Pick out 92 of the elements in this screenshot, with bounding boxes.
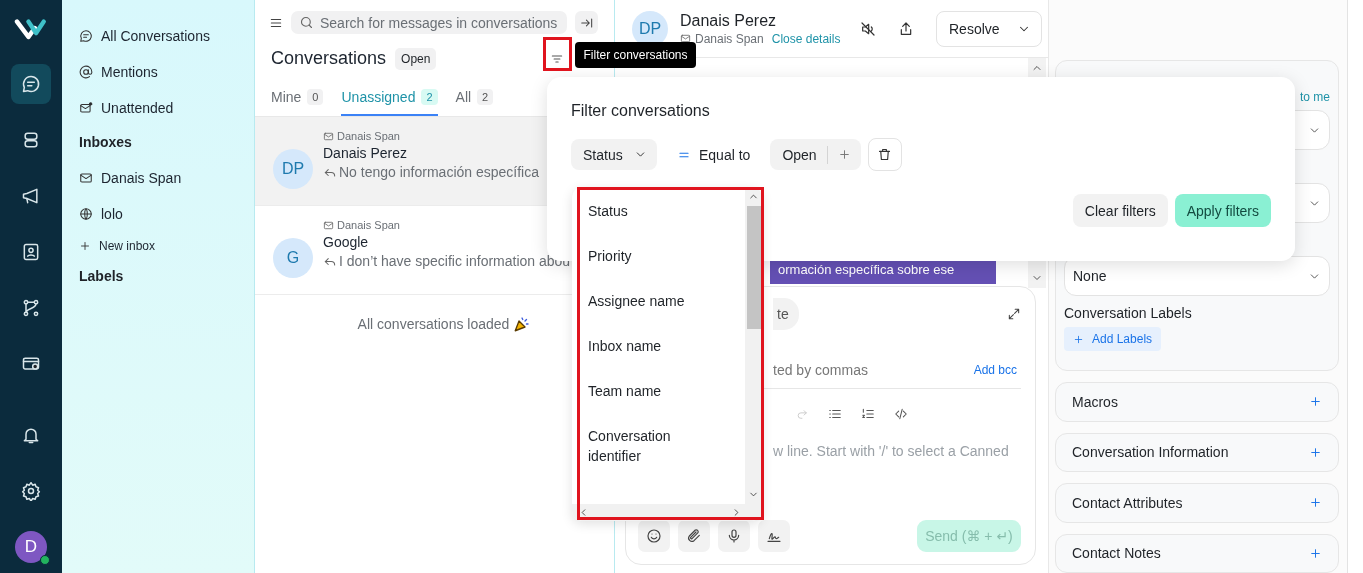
sidebar-item[interactable]: Unattended [79, 90, 254, 126]
code-icon [894, 407, 908, 421]
contact-avatar: DP [273, 149, 313, 189]
tab[interactable]: All 2 [455, 82, 494, 116]
collapse-button[interactable] [575, 11, 598, 34]
plus-icon [1309, 445, 1322, 459]
sidebar-item[interactable]: All Conversations [79, 18, 254, 54]
plus-icon [79, 240, 91, 252]
sidebar-item[interactable]: Danais Span [79, 160, 254, 196]
party-popper-icon [513, 315, 532, 333]
chat-bubble-icon [79, 29, 93, 43]
microphone-icon [726, 528, 742, 544]
globe-icon [79, 207, 93, 221]
numbered-list-icon [861, 407, 875, 421]
list-title: Conversations [271, 48, 387, 69]
popup-title: Filter conversations [571, 102, 711, 120]
mode-tab[interactable]: te [773, 298, 799, 330]
toolbar-button[interactable] [718, 520, 750, 552]
contact-book-icon [21, 242, 41, 262]
user-avatar[interactable]: D [15, 531, 47, 563]
add-bcc-link[interactable]: Add bcc [973, 362, 1017, 377]
toolbar-button[interactable] [758, 520, 790, 552]
trash-icon [877, 147, 893, 162]
tab[interactable]: Mine 0 [271, 82, 324, 116]
inbox-name: Danais Span [337, 219, 400, 231]
mail-icon [323, 130, 334, 142]
field-label: Conversation Labels [1064, 305, 1193, 321]
value-field[interactable]: Open [770, 139, 861, 170]
plus-icon [1073, 333, 1084, 345]
tooltip: Filter conversations [575, 42, 696, 68]
accordion-header[interactable]: Contact Notes [1055, 533, 1339, 573]
contact-avatar: G [273, 238, 313, 278]
close-details-link[interactable]: Close details [771, 31, 841, 46]
arrow-to-line-icon [579, 15, 594, 30]
mail-icon [323, 219, 334, 231]
message-preview: No tengo información específica [339, 164, 539, 180]
redo-icon [796, 407, 809, 421]
at-icon [79, 65, 93, 79]
sidebar-item[interactable]: Mentions [79, 54, 254, 90]
apply-filters-button[interactable]: Apply filters [1174, 194, 1271, 227]
contact-name: Danais Perez [323, 145, 409, 161]
paperclip-icon [686, 528, 702, 544]
dropdown-option[interactable]: Inbox name [588, 336, 718, 356]
assign-link[interactable]: to me [1300, 90, 1330, 104]
attribute-select[interactable]: Status [571, 139, 657, 170]
mute-icon [860, 20, 876, 37]
accordion-header[interactable]: Contact Attributes [1055, 483, 1339, 523]
flow-icon [21, 298, 41, 318]
dropdown-option[interactable]: Conversation identifier [588, 426, 718, 466]
status-badge[interactable]: Open [395, 47, 437, 70]
megaphone-icon [21, 186, 41, 206]
mail-icon [680, 33, 691, 44]
inbox-name: Danais Span [695, 31, 764, 46]
loaded-message: All conversations loaded [357, 316, 510, 332]
plus-icon [837, 148, 851, 161]
toolbar-button[interactable] [678, 520, 710, 552]
accordion-header[interactable]: Macros [1055, 382, 1339, 422]
operator-select[interactable]: Equal to [677, 146, 751, 163]
search-icon [299, 15, 314, 30]
bot-icon [21, 130, 41, 150]
plus-icon [1309, 496, 1322, 510]
section-heading: Inboxes [79, 133, 133, 152]
expand-icon [1007, 307, 1021, 321]
contact-name: Google [323, 234, 370, 250]
mail-icon [79, 101, 93, 115]
cc-field[interactable]: ted by commas [773, 361, 868, 378]
settings-icon [21, 481, 41, 501]
resolve-button[interactable]: Resolve [936, 10, 1042, 47]
chat-bubble-icon [21, 74, 41, 94]
share-icon [898, 20, 914, 37]
emoji-icon [646, 528, 662, 544]
toolbar-button[interactable] [638, 520, 670, 552]
new-inbox-link[interactable]: New inbox [79, 232, 254, 260]
mail-icon [79, 171, 93, 185]
count-badge: 2 [421, 89, 438, 105]
plus-icon [1309, 395, 1322, 409]
accordion-header[interactable]: Conversation Information [1055, 432, 1339, 472]
clear-filters-button[interactable]: Clear filters [1072, 194, 1168, 227]
plus-icon [1309, 546, 1322, 560]
nav-button[interactable] [11, 64, 51, 104]
bullet-list-icon [828, 407, 842, 421]
contact-name: Danais Perez [680, 11, 778, 30]
sidebar-item[interactable]: lolo [79, 196, 254, 232]
delete-button[interactable] [867, 138, 902, 171]
count-badge: 0 [307, 89, 324, 105]
dropdown-option[interactable]: Team name [588, 381, 718, 401]
section-heading: Labels [79, 267, 125, 286]
search-placeholder: Search for messages in conversations [320, 14, 558, 31]
add-labels-button[interactable]: Add Labels [1064, 327, 1162, 351]
count-badge: 2 [477, 89, 494, 105]
search-field[interactable]: Search for messages in conversations [291, 11, 567, 34]
inbox-name: Danais Span [337, 130, 400, 142]
